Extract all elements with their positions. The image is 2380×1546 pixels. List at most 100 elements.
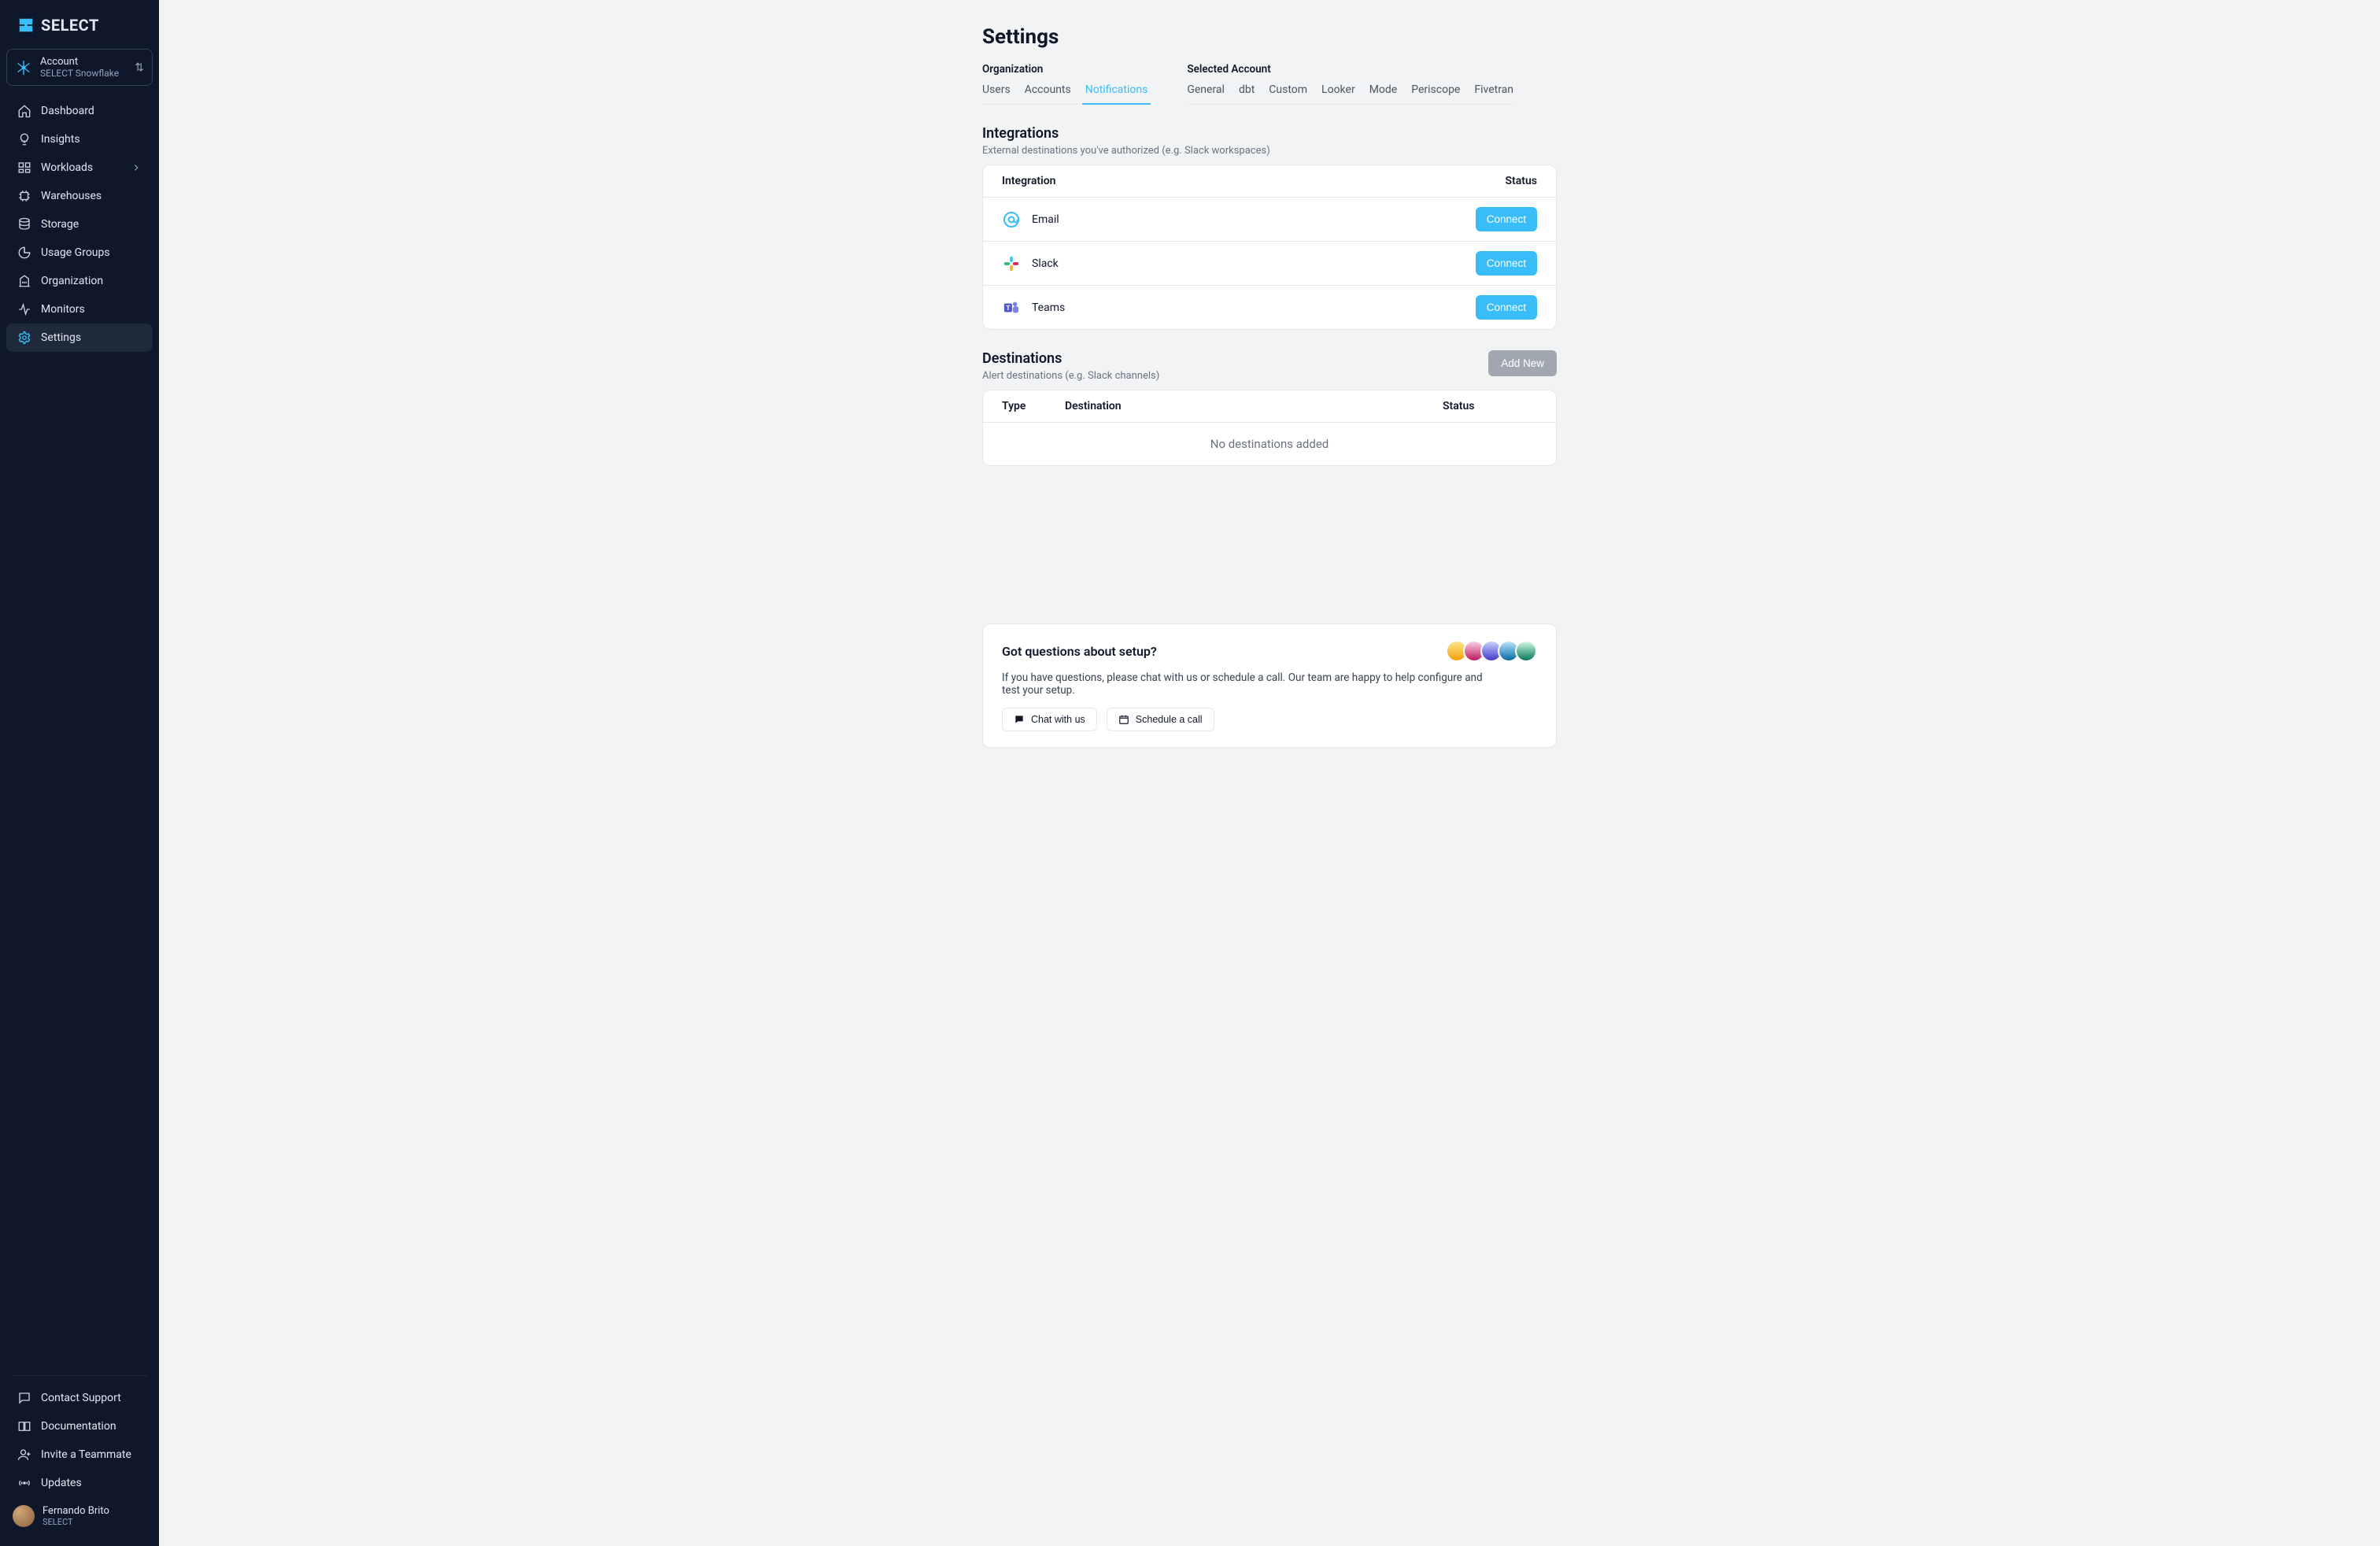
col-header-integration: Integration [1002, 175, 1466, 187]
sidebar-item-dashboard[interactable]: Dashboard [6, 97, 153, 125]
sidebar-item-updates[interactable]: Updates [6, 1469, 153, 1497]
ms-teams-icon: T [1002, 298, 1021, 317]
nav-label: Monitors [41, 303, 85, 316]
sidebar-item-contact-support[interactable]: Contact Support [6, 1384, 153, 1412]
button-label: Chat with us [1031, 714, 1085, 725]
tab-custom[interactable]: Custom [1269, 83, 1307, 104]
integration-row-slack: Slack Connect [983, 242, 1556, 286]
section-title: Destinations [982, 350, 1159, 367]
sidebar-item-settings[interactable]: Settings [6, 324, 153, 352]
connect-email-button[interactable]: Connect [1476, 207, 1537, 231]
sidebar-item-invite-teammate[interactable]: Invite a Teammate [6, 1441, 153, 1469]
integration-row-email: Email Connect [983, 198, 1556, 242]
tab-notifications[interactable]: Notifications [1085, 83, 1148, 104]
help-title: Got questions about setup? [1002, 644, 1157, 659]
tab-periscope[interactable]: Periscope [1411, 83, 1460, 104]
section-subtitle: Alert destinations (e.g. Slack channels) [982, 370, 1159, 382]
nav-label: Organization [41, 275, 103, 287]
nav-label: Usage Groups [41, 246, 110, 259]
account-name: SELECT Snowflake [40, 68, 127, 79]
lightbulb-icon [17, 132, 31, 146]
integration-name: Email [1032, 213, 1059, 226]
brand-logo[interactable]: SELECT [0, 16, 159, 49]
sidebar-item-organization[interactable]: Organization [6, 267, 153, 295]
tab-looker[interactable]: Looker [1321, 83, 1355, 104]
avatar [1515, 640, 1537, 662]
gear-icon [17, 331, 31, 345]
section-subtitle: External destinations you've authorized … [982, 145, 1270, 157]
tabgroup-organization: Organization Users Accounts Notification… [982, 63, 1148, 105]
secondary-nav: Contact Support Documentation Invite a T… [0, 1384, 159, 1497]
account-switcher[interactable]: Account SELECT Snowflake ⇅ [6, 49, 153, 86]
integration-name: Teams [1032, 301, 1065, 314]
sidebar-item-workloads[interactable]: Workloads [6, 153, 153, 182]
chevron-right-icon [131, 162, 142, 173]
tab-accounts[interactable]: Accounts [1025, 83, 1071, 104]
email-at-icon [1002, 210, 1021, 229]
home-icon [17, 104, 31, 118]
building-icon [17, 274, 31, 288]
destinations-section: Destinations Alert destinations (e.g. Sl… [982, 350, 1557, 466]
slack-icon [1002, 254, 1021, 273]
page-title: Settings [982, 25, 1557, 49]
user-name: Fernando Brito [42, 1505, 109, 1517]
tab-mode[interactable]: Mode [1369, 83, 1398, 104]
sidebar-item-storage[interactable]: Storage [6, 210, 153, 239]
calendar-icon [1118, 714, 1129, 725]
button-label: Schedule a call [1136, 714, 1203, 725]
nav-label: Contact Support [41, 1392, 121, 1404]
sidebar-item-monitors[interactable]: Monitors [6, 295, 153, 324]
grid-stack-icon [17, 161, 31, 175]
activity-icon [17, 302, 31, 316]
user-plus-icon [17, 1448, 31, 1462]
schedule-call-button[interactable]: Schedule a call [1107, 708, 1214, 731]
tabgroup-label: Organization [982, 63, 1148, 76]
current-user[interactable]: Fernando Brito SELECT [0, 1497, 159, 1535]
svg-text:T: T [1006, 304, 1010, 312]
cpu-icon [17, 189, 31, 203]
tab-fivetran[interactable]: Fivetran [1474, 83, 1513, 104]
avatar [13, 1505, 35, 1527]
nav-label: Workloads [41, 161, 93, 174]
add-destination-button[interactable]: Add New [1488, 350, 1557, 376]
section-title: Integrations [982, 125, 1270, 142]
sidebar-item-documentation[interactable]: Documentation [6, 1412, 153, 1441]
tab-general[interactable]: General [1187, 83, 1225, 104]
broadcast-icon [17, 1476, 31, 1490]
nav-label: Dashboard [41, 105, 94, 117]
nav-label: Insights [41, 133, 80, 146]
tab-users[interactable]: Users [982, 83, 1011, 104]
integrations-table: Integration Status Email Connect [982, 165, 1557, 330]
user-org: SELECT [42, 1517, 109, 1527]
brand-name: SELECT [41, 16, 99, 35]
chat-support-icon [17, 1391, 31, 1405]
integration-name: Slack [1032, 257, 1059, 270]
integration-row-teams: T Teams Connect [983, 286, 1556, 329]
main-content: Settings Organization Users Accounts Not… [159, 0, 2380, 1546]
pie-chart-icon [17, 246, 31, 260]
sidebar: SELECT Account SELECT Snowflake ⇅ Dashbo… [0, 0, 159, 1546]
help-card: Got questions about setup? If you have q… [982, 623, 1557, 748]
col-header-status: Status [1443, 400, 1537, 412]
sidebar-item-usage-groups[interactable]: Usage Groups [6, 239, 153, 267]
connect-teams-button[interactable]: Connect [1476, 295, 1537, 320]
book-icon [17, 1419, 31, 1433]
connect-slack-button[interactable]: Connect [1476, 251, 1537, 276]
integrations-section: Integrations External destinations you'v… [982, 125, 1557, 330]
tabgroup-label: Selected Account [1187, 63, 1513, 76]
col-header-destination: Destination [1065, 400, 1443, 412]
team-avatars [1451, 640, 1537, 662]
destinations-table: Type Destination Status No destinations … [982, 390, 1557, 466]
chat-with-us-button[interactable]: Chat with us [1002, 708, 1097, 731]
tabgroup-selected-account: Selected Account General dbt Custom Look… [1187, 63, 1513, 105]
chat-bubble-icon [1014, 714, 1025, 725]
primary-nav: Dashboard Insights Workloads Warehouses … [0, 97, 159, 352]
tab-dbt[interactable]: dbt [1239, 83, 1255, 104]
destinations-empty-state: No destinations added [983, 423, 1556, 465]
settings-tabrow: Organization Users Accounts Notification… [982, 63, 1557, 105]
sidebar-item-insights[interactable]: Insights [6, 125, 153, 153]
nav-label: Warehouses [41, 190, 102, 202]
sidebar-item-warehouses[interactable]: Warehouses [6, 182, 153, 210]
select-logo-icon [17, 17, 35, 34]
nav-label: Updates [41, 1477, 82, 1489]
